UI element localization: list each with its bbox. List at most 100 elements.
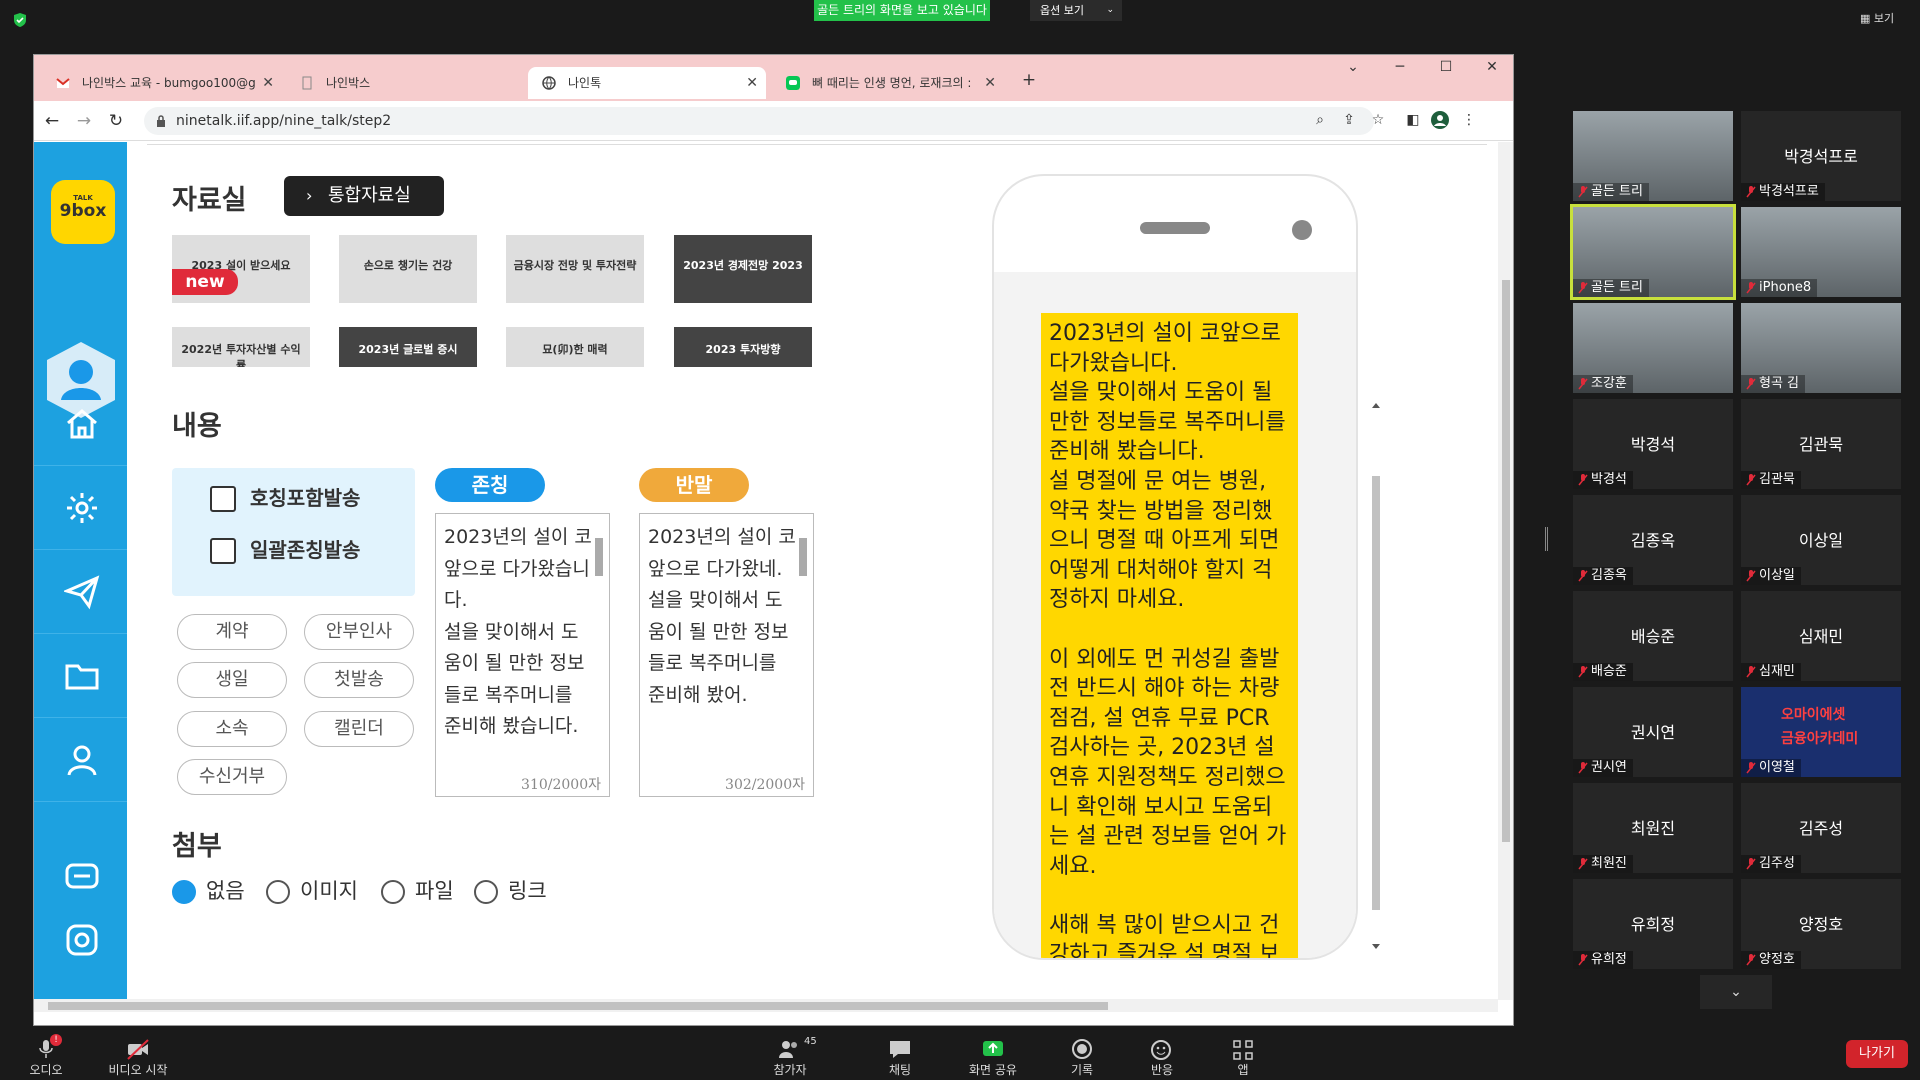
toolbar-mic-muted-button[interactable]: ! 오디오 bbox=[6, 1034, 86, 1080]
participant-tile[interactable]: 양정호 양정호 bbox=[1741, 879, 1901, 969]
toolbar-share-screen-button[interactable]: 화면 공유 bbox=[953, 1034, 1033, 1080]
pill-unsubscribe[interactable]: 수신거부 bbox=[177, 759, 287, 795]
participant-tile[interactable]: 골든 트리 bbox=[1570, 204, 1736, 300]
participant-tile[interactable]: iPhone8 bbox=[1741, 207, 1901, 297]
participant-tile[interactable]: 오마이에셋 금융아카데미 이영철 bbox=[1741, 687, 1901, 777]
toolbar-apps-button[interactable]: 앱 bbox=[1203, 1034, 1283, 1080]
participant-tile[interactable]: 권시연 권시연 bbox=[1573, 687, 1733, 777]
participant-tile[interactable]: 조강훈 bbox=[1573, 303, 1733, 393]
thumbnail-4[interactable]: 2023년 경제전망 2023 bbox=[674, 235, 812, 303]
forward-icon[interactable]: → bbox=[74, 111, 94, 131]
browser-menu-icon[interactable]: ⋮ bbox=[1460, 111, 1478, 129]
tab-gmail[interactable]: 나인박스 교육 - bumgoo100@g ✕ bbox=[42, 67, 282, 99]
share-icon[interactable]: ⇪ bbox=[1340, 111, 1358, 129]
sidebar-item-contacts[interactable] bbox=[34, 718, 127, 802]
chat-bubble-icon bbox=[65, 863, 99, 889]
formal-char-count: 310/2000자 bbox=[521, 777, 601, 793]
participant-tile[interactable]: 김종옥 김종옥 bbox=[1573, 495, 1733, 585]
formal-message-textarea[interactable]: 2023년의 설이 코앞으로 다가왔습니다. 설을 맞이해서 도움이 될 만한 … bbox=[435, 513, 610, 797]
page-horizontal-scrollbar[interactable] bbox=[34, 999, 1498, 1012]
integrated-archive-button[interactable]: › 통합자료실 bbox=[284, 176, 444, 216]
thumbnail-8[interactable]: 2023 투자방향 bbox=[674, 327, 812, 367]
radio-label: 이미지 bbox=[300, 879, 358, 903]
maximize-icon[interactable]: ☐ bbox=[1436, 59, 1456, 79]
sidebar-item-folder[interactable] bbox=[34, 634, 127, 718]
pill-contract[interactable]: 계약 bbox=[177, 614, 287, 650]
view-button[interactable]: ▦ 보기 bbox=[1860, 10, 1916, 28]
view-options-button[interactable]: 옵션 보기 ⌄ bbox=[1030, 0, 1122, 21]
page-vertical-scrollbar[interactable] bbox=[1498, 142, 1513, 1000]
url-input[interactable]: ninetalk.iif.app/nine_talk/step2 bbox=[144, 107, 1374, 135]
close-window-icon[interactable]: ✕ bbox=[1482, 59, 1502, 79]
thumbnail-5[interactable]: 2022년 투자자산별 수익률 bbox=[172, 327, 310, 367]
toolbar-video-off-button[interactable]: 비디오 시작 bbox=[98, 1034, 178, 1080]
bulk-honorific-checkbox[interactable]: 일괄존칭발송 bbox=[210, 534, 360, 568]
sidebar-item-settings[interactable] bbox=[34, 466, 127, 550]
tab-search-icon[interactable]: ⌄ bbox=[1343, 59, 1363, 79]
participant-tile[interactable]: 김관묵 김관묵 bbox=[1741, 399, 1901, 489]
sidebar-item-send[interactable] bbox=[34, 550, 127, 634]
honorific-checkbox[interactable]: 호칭포함발송 bbox=[210, 482, 360, 516]
participant-tile[interactable]: 이상일 이상일 bbox=[1741, 495, 1901, 585]
side-panel-icon[interactable]: ◧ bbox=[1404, 111, 1422, 129]
reload-icon[interactable]: ↻ bbox=[106, 111, 126, 131]
scroll-thumb[interactable] bbox=[1502, 280, 1510, 842]
toolbar-chat-button[interactable]: 채팅 bbox=[860, 1034, 940, 1080]
radio-none[interactable]: 없음 bbox=[172, 876, 245, 906]
scroll-thumb[interactable] bbox=[799, 538, 807, 576]
participant-tile[interactable]: 배승준 배승준 bbox=[1573, 591, 1733, 681]
scroll-thumb[interactable] bbox=[595, 538, 603, 576]
toolbar-participants-button[interactable]: 45 참가자 bbox=[750, 1034, 830, 1080]
participant-tile[interactable]: 김주성 김주성 bbox=[1741, 783, 1901, 873]
participant-tile[interactable]: 박경석 박경석 bbox=[1573, 399, 1733, 489]
ninebox-logo[interactable]: TALK 9box bbox=[51, 180, 115, 244]
casual-scrollbar[interactable] bbox=[799, 518, 811, 758]
sidebar-item-home[interactable] bbox=[34, 382, 127, 466]
participant-tile[interactable]: 박경석프로 박경석프로 bbox=[1741, 111, 1901, 201]
lock-icon bbox=[157, 115, 165, 127]
formal-scrollbar[interactable] bbox=[595, 518, 607, 758]
zoom-icon[interactable]: ⌕ bbox=[1311, 111, 1329, 129]
tab-ninebox[interactable]: 나인박스 ✕ bbox=[286, 67, 556, 99]
gallery-next-page-button[interactable]: ⌄ bbox=[1700, 975, 1772, 1009]
pill-affiliation[interactable]: 소속 bbox=[177, 711, 287, 747]
sidebar-item-instagram[interactable] bbox=[34, 898, 127, 982]
security-shield-icon[interactable] bbox=[12, 12, 28, 28]
participant-tile[interactable]: 최원진 최원진 bbox=[1573, 783, 1733, 873]
pill-calendar[interactable]: 캘린더 bbox=[304, 711, 414, 747]
participant-tile[interactable]: 골든 트리 bbox=[1573, 111, 1733, 201]
close-icon[interactable]: ✕ bbox=[262, 67, 274, 99]
tab-ninetalk[interactable]: 나인톡 ✕ bbox=[528, 67, 766, 99]
toolbar-reaction-button[interactable]: 반응 bbox=[1122, 1034, 1202, 1080]
thumbnail-6[interactable]: 2023년 글로벌 증시 bbox=[339, 327, 477, 367]
tab-line[interactable]: 뼈 때리는 인생 명언, 로재크의 : ✕ bbox=[772, 67, 1004, 99]
panel-resize-handle[interactable] bbox=[1545, 527, 1548, 551]
casual-message-textarea[interactable]: 2023년의 설이 코앞으로 다가왔네. 설을 맞이해서 도움이 될 만한 정보… bbox=[639, 513, 814, 797]
participant-tile[interactable]: 유희정 유희정 bbox=[1573, 879, 1733, 969]
close-icon[interactable]: ✕ bbox=[746, 67, 758, 99]
radio-link[interactable]: 링크 bbox=[474, 876, 547, 906]
participants-icon bbox=[779, 1041, 797, 1058]
pill-birthday[interactable]: 생일 bbox=[177, 662, 287, 698]
participant-tile[interactable]: 형곡 김 bbox=[1741, 303, 1901, 393]
thumbnail-caption: 2023년 글로벌 증시 bbox=[358, 343, 458, 356]
close-icon[interactable]: ✕ bbox=[984, 67, 996, 99]
leave-meeting-button[interactable]: 나가기 bbox=[1846, 1040, 1908, 1068]
pill-greeting[interactable]: 안부인사 bbox=[304, 614, 414, 650]
thumbnail-7[interactable]: 묘(卯)한 매력 bbox=[506, 327, 644, 367]
participant-tile[interactable]: 심재민 심재민 bbox=[1741, 591, 1901, 681]
thumbnail-1[interactable]: 2023 설이 받으세요 new bbox=[172, 235, 310, 303]
thumbnail-2[interactable]: 손으로 챙기는 건강 bbox=[339, 235, 477, 303]
new-tab-button[interactable]: + bbox=[1019, 70, 1039, 90]
pill-first-send[interactable]: 첫발송 bbox=[304, 662, 414, 698]
back-icon[interactable]: ← bbox=[42, 111, 62, 131]
profile-avatar-icon[interactable] bbox=[1431, 111, 1449, 129]
bookmark-star-icon[interactable]: ☆ bbox=[1369, 111, 1387, 129]
radio-file[interactable]: 파일 bbox=[381, 876, 454, 906]
scroll-thumb[interactable] bbox=[48, 1002, 1108, 1010]
toolbar-record-button[interactable]: 기록 bbox=[1042, 1034, 1122, 1080]
minimize-icon[interactable]: ─ bbox=[1390, 59, 1410, 79]
preview-scrollbar[interactable] bbox=[1369, 400, 1383, 952]
thumbnail-3[interactable]: 금융시장 전망 및 투자전략 bbox=[506, 235, 644, 303]
radio-image[interactable]: 이미지 bbox=[266, 876, 358, 906]
